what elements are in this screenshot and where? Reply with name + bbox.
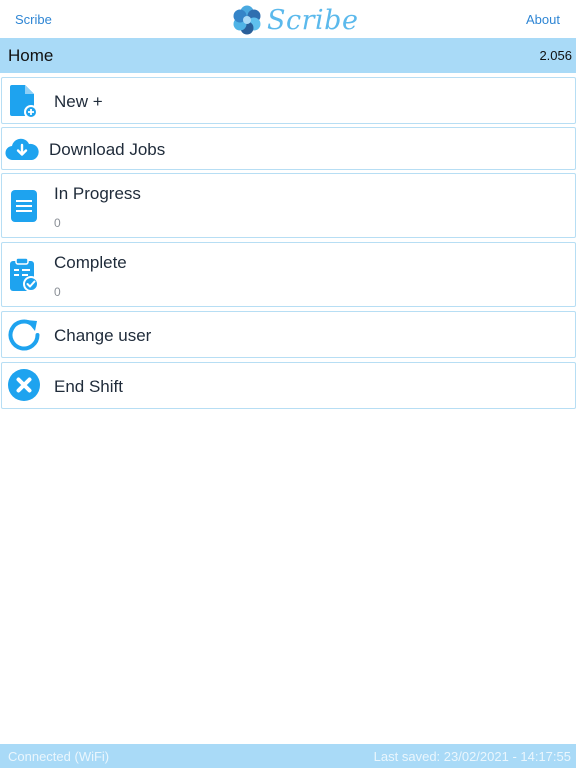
menu-item-label: In Progress (54, 184, 141, 203)
menu-item-label: End Shift (54, 377, 123, 396)
about-link[interactable]: About (526, 12, 560, 27)
clipboard-check-icon (10, 258, 39, 292)
menu-item-end-shift[interactable]: End Shift (1, 362, 576, 409)
last-saved-label: Last saved: 23/02/2021 - 14:17:55 (373, 749, 571, 764)
menu-item-label: New + (54, 92, 103, 111)
flower-logo-icon (233, 5, 261, 35)
status-bar: Connected (WiFi) Last saved: 23/02/2021 … (0, 744, 576, 768)
version-label: 2.056 (539, 48, 572, 63)
logo-text: Scribe (267, 4, 359, 36)
menu-item-download-jobs[interactable]: Download Jobs (1, 127, 576, 170)
refresh-icon (8, 319, 40, 351)
complete-count: 0 (54, 285, 61, 299)
scribe-link[interactable]: Scribe (15, 12, 52, 27)
menu-item-change-user[interactable]: Change user (1, 311, 576, 358)
app-logo: Scribe (231, 3, 358, 37)
document-lines-icon (11, 190, 37, 222)
connection-status: Connected (WiFi) (8, 749, 110, 764)
menu-item-new[interactable]: New + (1, 77, 576, 124)
page-header: Home 2.056 (0, 38, 576, 73)
menu-item-label: Change user (54, 326, 152, 345)
top-navigation-bar: Scribe Scribe About (0, 0, 576, 38)
new-document-icon (10, 85, 38, 118)
cloud-download-icon (5, 138, 39, 161)
menu-item-label: Complete (54, 253, 127, 272)
menu-item-label: Download Jobs (49, 140, 166, 159)
in-progress-count: 0 (54, 216, 61, 230)
menu-item-in-progress[interactable]: In Progress 0 (1, 173, 576, 238)
menu-item-complete[interactable]: Complete 0 (1, 242, 576, 307)
page-title: Home (8, 46, 54, 65)
close-circle-icon (8, 369, 40, 401)
